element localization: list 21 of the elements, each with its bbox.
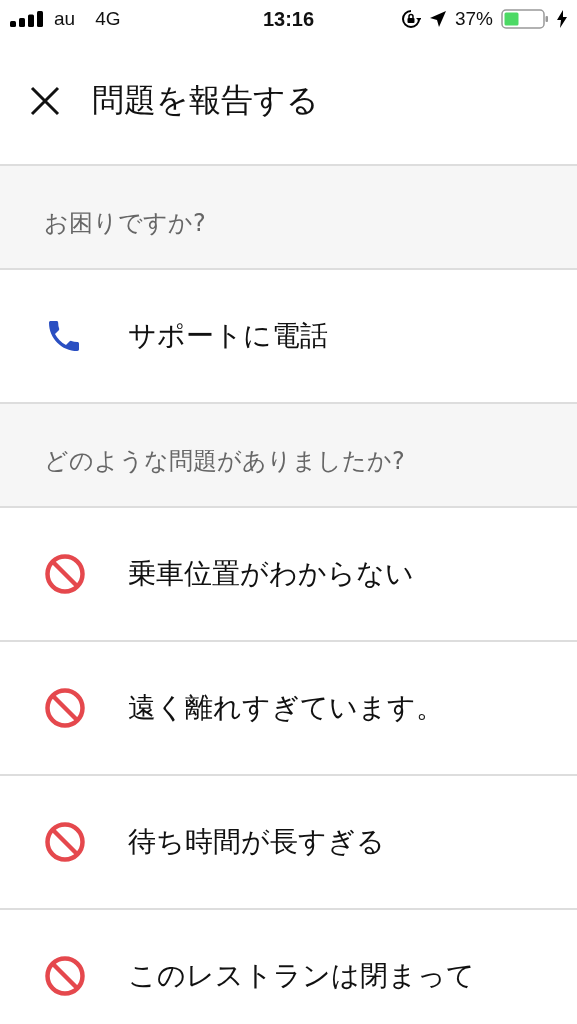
battery-icon <box>501 9 549 29</box>
close-icon[interactable] <box>30 86 60 116</box>
list-item[interactable]: このレストランは閉まって <box>0 910 577 1024</box>
prohibited-icon <box>44 553 86 595</box>
location-arrow-icon <box>428 10 447 28</box>
section-title: お困りですか? <box>44 208 206 239</box>
list-item[interactable]: 乗車位置がわからない <box>0 508 577 642</box>
prohibited-icon <box>44 821 86 863</box>
prohibited-icon <box>44 955 86 997</box>
carrier-name: au <box>54 8 76 30</box>
list-item[interactable]: 待ち時間が長すぎる <box>0 776 577 910</box>
page-title: 問題を報告する <box>92 80 319 121</box>
list-item[interactable]: 遠く離れすぎています。 <box>0 642 577 776</box>
battery-percent: 37% <box>454 8 493 30</box>
section-title: どのような問題がありましたか? <box>44 446 405 477</box>
network-type: 4G <box>95 8 121 30</box>
rotation-lock-icon <box>400 9 421 29</box>
prohibited-icon <box>44 687 86 729</box>
clock: 13:16 <box>262 7 315 31</box>
signal-icon <box>10 11 44 27</box>
charging-bolt-icon <box>557 10 567 28</box>
